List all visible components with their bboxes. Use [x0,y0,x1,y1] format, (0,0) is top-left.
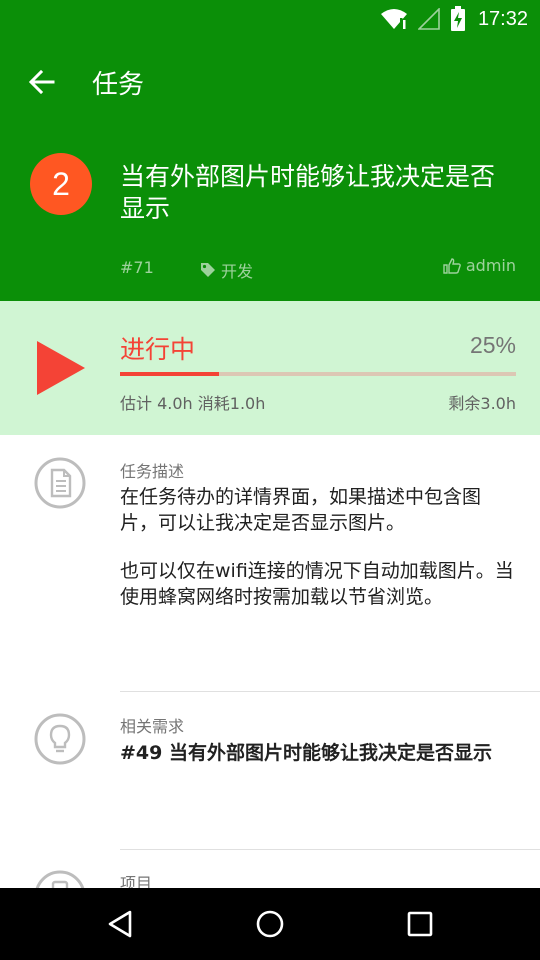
description-text-2: 也可以仅在wifi连接的情况下自动加载图片。当使用蜂窝网络时按需加载以节省浏览。 [120,560,514,608]
related-story-section[interactable]: 相关需求 #49 当有外部图片时能够让我决定是否显示 [0,692,540,849]
clock: 17:32 [477,7,528,30]
triangle-back-icon [108,910,132,938]
nav-back-button[interactable] [90,900,150,948]
square-recents-icon [407,911,433,937]
project-label: 项目 [120,874,153,888]
description-label: 任务描述 [120,462,185,481]
document-icon [34,457,86,509]
nav-home-button[interactable] [240,900,300,948]
progress-panel: 进行中 25% 估计 4.0h 消耗1.0h 剩余3.0h [0,301,540,435]
lightbulb-icon [34,713,86,765]
task-type-label: 开发 [221,262,254,281]
status-icons: 17:32 [380,6,528,32]
task-assignee[interactable]: admin [443,256,516,275]
assignee-name: admin [465,256,516,275]
nav-recents-button[interactable] [390,900,450,948]
battery-charging-icon [450,6,465,31]
description-section: 任务描述 在任务待办的详情界面，如果描述中包含图片，可以让我决定是否显示图片。 … [0,435,540,691]
task-status: 进行中 [120,335,196,364]
wifi-icon [380,9,407,29]
toolbar-title: 任务 [92,70,145,100]
project-icon [35,870,85,888]
related-story-label: 相关需求 [120,717,185,736]
progress-percent: 25% [469,332,516,358]
status-bar: 17:32 [0,0,540,38]
priority-badge: 2 [30,153,92,215]
progress-bar [120,372,516,376]
related-story-link[interactable]: #49 当有外部图片时能够让我决定是否显示 [120,740,515,766]
play-icon[interactable] [36,340,86,396]
task-type: 开发 [200,258,253,282]
progress-bar-fill [120,372,219,376]
back-button[interactable] [20,60,64,104]
task-id: #71 [120,258,154,277]
thumb-up-icon [443,257,461,274]
cell-signal-icon [417,8,440,30]
task-title: 当有外部图片时能够让我决定是否显示 [120,162,496,223]
time-remaining: 剩余3.0h [448,394,516,413]
task-header: 任务 2 当有外部图片时能够让我决定是否显示 #71 开发 admin [0,38,540,301]
system-nav-bar [0,888,540,960]
time-estimate: 估计 4.0h 消耗1.0h [120,394,266,413]
description-text-1: 在任务待办的详情界面，如果描述中包含图片，可以让我决定是否显示图片。 [120,486,482,534]
project-section: 项目 [0,850,540,888]
circle-home-icon [256,910,284,938]
arrow-left-icon [29,70,55,94]
task-meta: #71 开发 admin [120,256,516,282]
tag-icon [201,263,215,277]
